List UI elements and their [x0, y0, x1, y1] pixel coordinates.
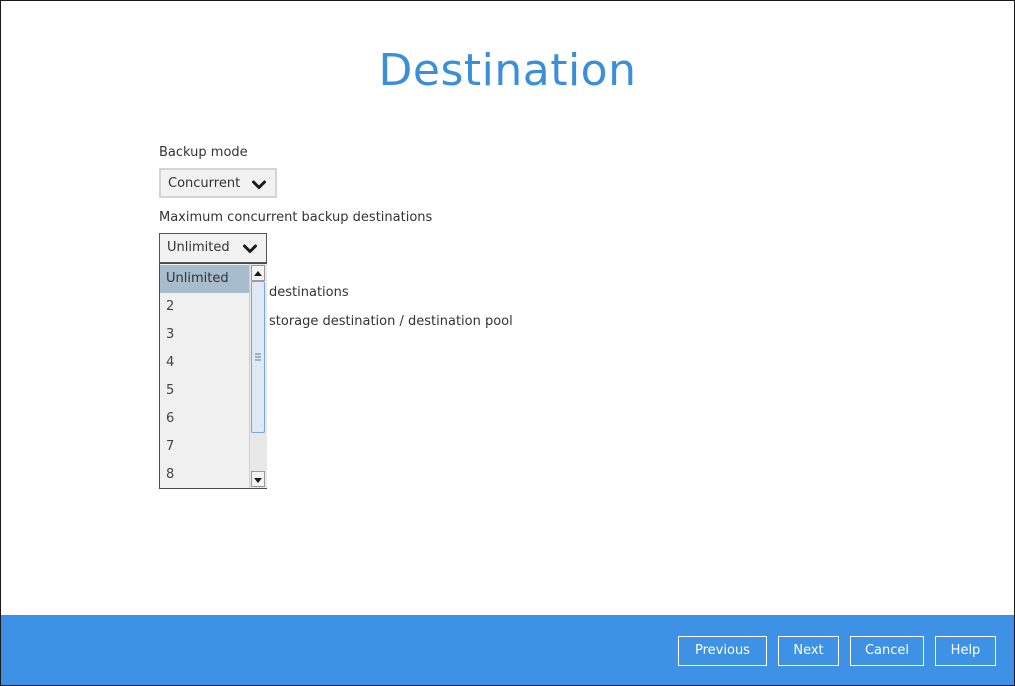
scroll-up-button[interactable] [251, 265, 265, 281]
grip-icon [255, 353, 261, 361]
option-3[interactable]: 3 [160, 321, 249, 349]
scroll-down-button[interactable] [251, 471, 265, 487]
destinations-heading-fragment: destinations [269, 285, 349, 300]
max-concurrent-dropdown-list: Unlimited 2 3 4 5 6 7 8 [159, 263, 267, 489]
option-4[interactable]: 4 [160, 349, 249, 377]
backup-mode-value: Concurrent [168, 176, 241, 191]
page-title: Destination [378, 45, 637, 96]
backup-mode-select[interactable]: Concurrent [159, 168, 277, 198]
option-6[interactable]: 6 [160, 405, 249, 433]
add-destination-link-fragment[interactable]: storage destination / destination pool [269, 314, 513, 329]
arrow-up-icon [254, 271, 262, 276]
wizard-window: Destination Backup mode Concurrent Maxim… [0, 0, 1015, 686]
max-concurrent-label: Maximum concurrent backup destinations [159, 210, 433, 225]
option-5[interactable]: 5 [160, 377, 249, 405]
max-concurrent-value: Unlimited [167, 240, 230, 255]
chevron-down-icon [243, 244, 257, 253]
backup-mode-label: Backup mode [159, 145, 248, 160]
cancel-button[interactable]: Cancel [850, 636, 924, 666]
option-8[interactable]: 8 [160, 461, 249, 489]
footer-bar: Previous Next Cancel Help [1, 615, 1014, 685]
help-button[interactable]: Help [935, 636, 996, 666]
option-7[interactable]: 7 [160, 433, 249, 461]
previous-button[interactable]: Previous [678, 636, 767, 666]
arrow-down-icon [254, 478, 262, 483]
max-concurrent-select[interactable]: Unlimited [159, 233, 267, 263]
dropdown-scrollbar[interactable] [249, 264, 267, 488]
option-unlimited[interactable]: Unlimited [160, 265, 249, 293]
scroll-thumb[interactable] [251, 281, 265, 433]
next-button[interactable]: Next [778, 636, 839, 666]
option-2[interactable]: 2 [160, 293, 249, 321]
chevron-down-icon [252, 180, 266, 189]
